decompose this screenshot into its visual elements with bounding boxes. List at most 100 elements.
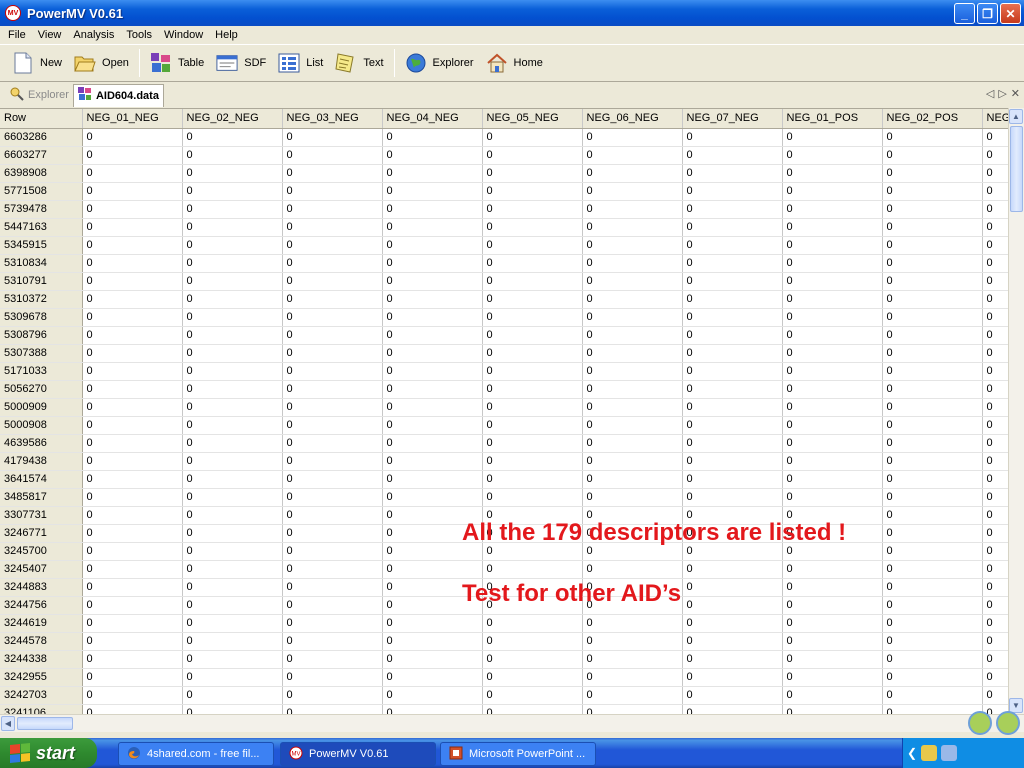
row-id-cell[interactable]: 5309678 bbox=[0, 308, 83, 327]
table-cell[interactable]: 0 bbox=[682, 398, 783, 417]
table-cell[interactable]: 0 bbox=[882, 614, 983, 633]
table-cell[interactable]: 0 bbox=[482, 704, 583, 714]
table-cell[interactable]: 0 bbox=[782, 362, 883, 381]
table-cell[interactable]: 0 bbox=[982, 686, 1008, 705]
table-cell[interactable]: 0 bbox=[182, 632, 283, 651]
table-cell[interactable]: 0 bbox=[82, 254, 183, 273]
table-cell[interactable]: 0 bbox=[82, 668, 183, 687]
table-cell[interactable]: 0 bbox=[982, 434, 1008, 453]
table-cell[interactable]: 0 bbox=[582, 632, 683, 651]
row-id-cell[interactable]: 5310834 bbox=[0, 254, 83, 273]
table-cell[interactable]: 0 bbox=[682, 434, 783, 453]
table-row[interactable]: 5310791 0 0 0 0 0 0 0 0 0 0 bbox=[0, 272, 1008, 291]
table-cell[interactable]: 0 bbox=[982, 542, 1008, 561]
table-row[interactable]: 6603277 0 0 0 0 0 0 0 0 0 0 bbox=[0, 146, 1008, 165]
table-row[interactable]: 3245407 0 0 0 0 0 0 0 0 0 0 bbox=[0, 560, 1008, 579]
table-cell[interactable]: 0 bbox=[182, 146, 283, 165]
row-id-cell[interactable]: 5739478 bbox=[0, 200, 83, 219]
table-row[interactable]: 3641574 0 0 0 0 0 0 0 0 0 0 bbox=[0, 470, 1008, 489]
restore-button[interactable]: ❐ bbox=[977, 3, 998, 24]
table-cell[interactable]: 0 bbox=[382, 704, 483, 714]
table-cell[interactable]: 0 bbox=[682, 308, 783, 327]
row-id-cell[interactable]: 3245700 bbox=[0, 542, 83, 561]
table-cell[interactable]: 0 bbox=[482, 236, 583, 255]
table-cell[interactable]: 0 bbox=[282, 380, 383, 399]
table-cell[interactable]: 0 bbox=[382, 182, 483, 201]
table-cell[interactable]: 0 bbox=[782, 326, 883, 345]
table-cell[interactable]: 0 bbox=[382, 686, 483, 705]
table-cell[interactable]: 0 bbox=[882, 506, 983, 525]
table-cell[interactable]: 0 bbox=[782, 128, 883, 147]
row-id-cell[interactable]: 3641574 bbox=[0, 470, 83, 489]
task-powermv[interactable]: MV PowerMV V0.61 bbox=[280, 742, 436, 766]
table-cell[interactable]: 0 bbox=[882, 236, 983, 255]
column-header[interactable]: NEG_02_NEG bbox=[182, 109, 283, 129]
table-cell[interactable]: 0 bbox=[82, 506, 183, 525]
table-cell[interactable]: 0 bbox=[782, 578, 883, 597]
column-header[interactable]: NEG_01_NEG bbox=[82, 109, 183, 129]
table-cell[interactable]: 0 bbox=[782, 560, 883, 579]
table-cell[interactable]: 0 bbox=[282, 290, 383, 309]
table-row[interactable]: 3485817 0 0 0 0 0 0 0 0 0 0 bbox=[0, 488, 1008, 507]
table-cell[interactable]: 0 bbox=[282, 236, 383, 255]
table-cell[interactable]: 0 bbox=[982, 668, 1008, 687]
table-row[interactable]: 5345915 0 0 0 0 0 0 0 0 0 0 bbox=[0, 236, 1008, 255]
table-cell[interactable]: 0 bbox=[582, 164, 683, 183]
table-cell[interactable]: 0 bbox=[882, 542, 983, 561]
table-cell[interactable]: 0 bbox=[182, 596, 283, 615]
table-cell[interactable]: 0 bbox=[882, 668, 983, 687]
table-cell[interactable]: 0 bbox=[182, 380, 283, 399]
table-cell[interactable]: 0 bbox=[282, 668, 383, 687]
table-cell[interactable]: 0 bbox=[282, 326, 383, 345]
table-cell[interactable]: 0 bbox=[882, 326, 983, 345]
tab-prev-icon[interactable]: ◁ bbox=[986, 87, 994, 100]
table-cell[interactable]: 0 bbox=[482, 290, 583, 309]
start-button[interactable]: start bbox=[0, 738, 97, 768]
menu-help[interactable]: Help bbox=[209, 29, 244, 41]
table-cell[interactable]: 0 bbox=[882, 434, 983, 453]
task-4shared[interactable]: 4shared.com - free fil... bbox=[118, 742, 274, 766]
table-cell[interactable]: 0 bbox=[982, 164, 1008, 183]
table-cell[interactable]: 0 bbox=[782, 596, 883, 615]
table-cell[interactable]: 0 bbox=[682, 236, 783, 255]
table-cell[interactable]: 0 bbox=[782, 344, 883, 363]
table-cell[interactable]: 0 bbox=[682, 182, 783, 201]
table-cell[interactable]: 0 bbox=[582, 398, 683, 417]
table-cell[interactable]: 0 bbox=[382, 452, 483, 471]
table-cell[interactable]: 0 bbox=[382, 614, 483, 633]
table-row[interactable]: 5308796 0 0 0 0 0 0 0 0 0 0 bbox=[0, 326, 1008, 345]
table-cell[interactable]: 0 bbox=[782, 236, 883, 255]
table-cell[interactable]: 0 bbox=[382, 668, 483, 687]
menu-file[interactable]: File bbox=[2, 29, 32, 41]
table-cell[interactable]: 0 bbox=[482, 614, 583, 633]
tray-expand-icon[interactable]: ❮ bbox=[907, 746, 917, 760]
table-cell[interactable]: 0 bbox=[82, 650, 183, 669]
table-cell[interactable]: 0 bbox=[282, 344, 383, 363]
table-cell[interactable]: 0 bbox=[682, 362, 783, 381]
table-cell[interactable]: 0 bbox=[982, 182, 1008, 201]
table-cell[interactable]: 0 bbox=[882, 362, 983, 381]
table-cell[interactable]: 0 bbox=[282, 470, 383, 489]
task-powerpoint[interactable]: Microsoft PowerPoint ... bbox=[440, 742, 596, 766]
table-cell[interactable]: 0 bbox=[182, 344, 283, 363]
table-cell[interactable]: 0 bbox=[82, 128, 183, 147]
table-row[interactable]: 5739478 0 0 0 0 0 0 0 0 0 0 bbox=[0, 200, 1008, 219]
table-cell[interactable]: 0 bbox=[782, 614, 883, 633]
table-cell[interactable]: 0 bbox=[882, 146, 983, 165]
table-cell[interactable]: 0 bbox=[682, 200, 783, 219]
table-cell[interactable]: 0 bbox=[82, 632, 183, 651]
table-cell[interactable]: 0 bbox=[982, 452, 1008, 471]
table-cell[interactable]: 0 bbox=[82, 236, 183, 255]
table-row[interactable]: 5307388 0 0 0 0 0 0 0 0 0 0 bbox=[0, 344, 1008, 363]
table-row[interactable]: 5171033 0 0 0 0 0 0 0 0 0 0 bbox=[0, 362, 1008, 381]
table-button[interactable]: Table bbox=[144, 48, 210, 78]
horizontal-scroll-thumb[interactable] bbox=[17, 717, 73, 730]
list-button[interactable]: List bbox=[272, 48, 329, 78]
table-cell[interactable]: 0 bbox=[482, 164, 583, 183]
table-cell[interactable]: 0 bbox=[582, 614, 683, 633]
table-row[interactable]: 3244578 0 0 0 0 0 0 0 0 0 0 bbox=[0, 632, 1008, 651]
table-cell[interactable]: 0 bbox=[182, 290, 283, 309]
table-cell[interactable]: 0 bbox=[882, 632, 983, 651]
table-cell[interactable]: 0 bbox=[682, 272, 783, 291]
minimize-button[interactable]: _ bbox=[954, 3, 975, 24]
